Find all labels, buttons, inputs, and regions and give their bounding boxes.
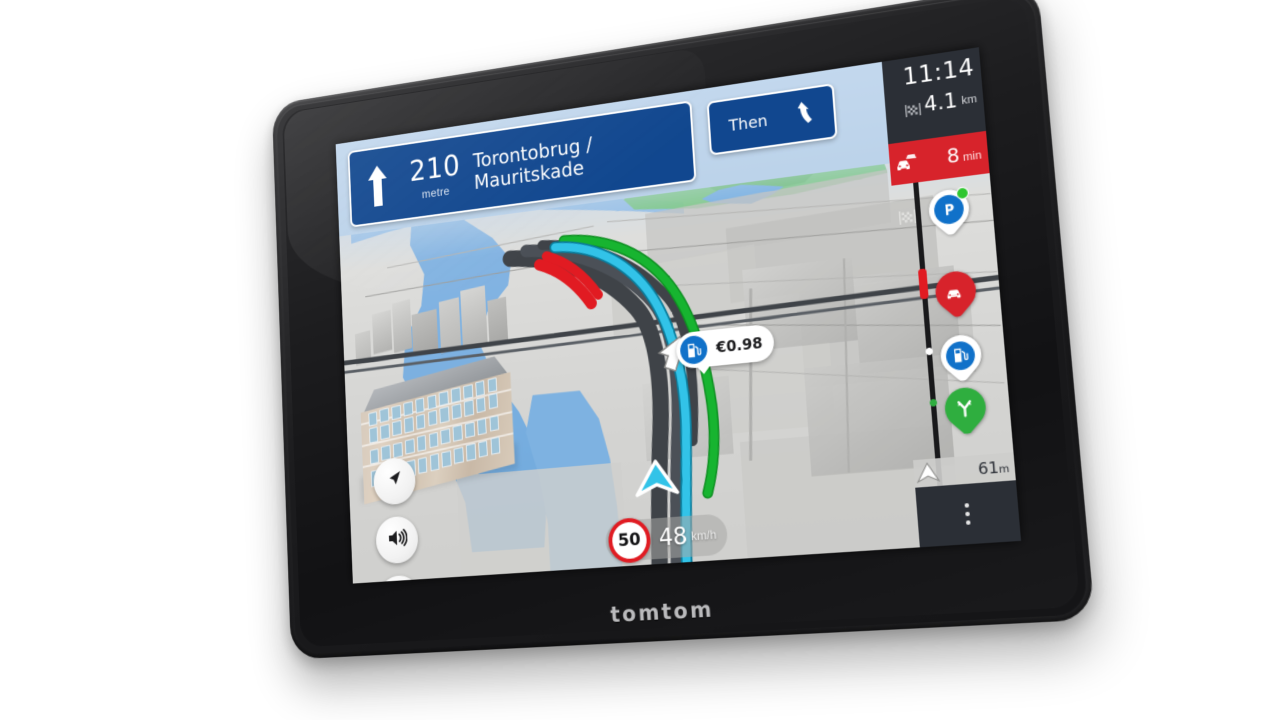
device-perspective-wrap: €0.98 50 48 km/h 210 metre Torontobrug /… — [0, 0, 1280, 720]
traffic-jam-car-icon — [947, 289, 962, 299]
fuel-pump-icon — [945, 339, 977, 371]
three-dot-menu-icon — [964, 503, 971, 525]
parking-p-icon — [933, 193, 965, 227]
marker-pin — [927, 263, 985, 320]
traffic-delay-value: 8 — [946, 144, 961, 169]
speed-limit-value: 50 — [617, 529, 642, 552]
route-marker-parking[interactable] — [920, 182, 978, 238]
current-speed-value: 48 — [658, 523, 689, 553]
marker-pin — [932, 327, 990, 384]
traffic-delay-unit: min — [962, 149, 983, 165]
straight-arrow-icon — [350, 159, 407, 211]
speaker-volume-icon — [386, 525, 408, 555]
speed-panel: 50 48 km/h — [604, 513, 729, 565]
map-building — [803, 354, 955, 476]
tomtom-gps-device: €0.98 50 48 km/h 210 metre Torontobrug /… — [271, 0, 1096, 660]
route-marker-traffic[interactable] — [927, 263, 985, 320]
instruction-distance-value: 210 — [408, 149, 461, 189]
screenshot-root: €0.98 50 48 km/h 210 metre Torontobrug /… — [0, 0, 1280, 720]
route-bar-track — [912, 181, 943, 487]
instruction-distance: 210 metre — [405, 149, 466, 203]
parking-available-badge — [955, 186, 970, 201]
speed-unit-label: km/h — [690, 527, 717, 544]
vehicle-position-arrow-icon — [634, 457, 681, 505]
checkered-flag-icon — [904, 103, 921, 118]
route-bar-alt-dot — [929, 399, 938, 408]
remaining-distance-value: 4.1 — [923, 87, 959, 117]
fork-route-icon — [953, 396, 977, 420]
marker-pin — [936, 379, 995, 437]
checkered-flag-icon — [898, 209, 917, 225]
map-pond — [696, 175, 785, 214]
map-street-line — [843, 258, 851, 473]
marker-pin — [920, 182, 978, 238]
instruction-distance-unit: metre — [421, 184, 450, 202]
map-street-line — [707, 368, 1005, 384]
vehicle-position-arrow-icon — [916, 461, 941, 484]
instruction-street-name: Torontobrug / Mauritskade — [464, 119, 693, 195]
route-marker-fuel[interactable] — [932, 327, 990, 384]
compass-arrow-icon — [383, 466, 405, 496]
map-building — [642, 376, 734, 460]
remaining-distance-row: 4.1 km — [885, 87, 978, 120]
map-street-line — [649, 270, 998, 287]
map-block — [725, 195, 940, 304]
route-bar-current-position: 61m — [913, 452, 1016, 488]
current-position-distance: 61m — [977, 457, 1010, 479]
route-bar-stop-dot — [925, 347, 934, 356]
route-waypoint-chevron — [654, 329, 697, 377]
eta-box[interactable]: 11:14 4.1 km — [881, 47, 987, 145]
speed-limit-sign: 50 — [607, 517, 652, 565]
main-menu-button[interactable] — [915, 480, 1022, 548]
traffic-jam-car-icon — [897, 154, 917, 172]
arrival-time: 11:14 — [901, 54, 976, 92]
route-marker-alternate[interactable] — [936, 379, 995, 437]
map-building — [853, 265, 962, 374]
map-block — [798, 273, 977, 389]
